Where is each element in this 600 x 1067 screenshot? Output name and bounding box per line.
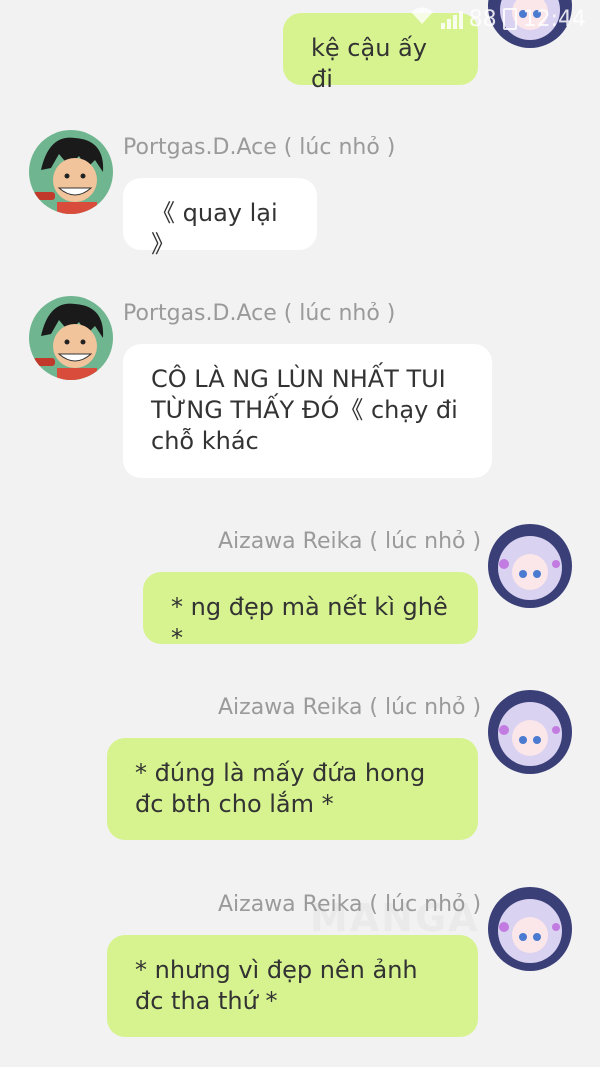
status-time: 12:44	[522, 6, 586, 32]
message-text: CÔ LÀ NG LÙN NHẤT TUI TỪNG THẤY ĐÓ《 chạy…	[151, 365, 458, 455]
sender-name: Portgas.D.Ace ( lúc nhỏ )	[123, 301, 396, 326]
battery-percent: 88	[468, 6, 497, 32]
sender-name: Aizawa Reika ( lúc nhỏ )	[218, 695, 482, 720]
sender-name: Portgas.D.Ace ( lúc nhỏ )	[123, 135, 396, 160]
message-text: * đúng là mấy đứa hong đc bth cho lắm *	[135, 759, 426, 818]
reika-avatar[interactable]	[488, 524, 572, 608]
message-text: * nhưng vì đẹp nên ảnh đc tha thứ *	[135, 956, 418, 1015]
signal-icon	[440, 9, 463, 29]
ace-avatar[interactable]	[29, 296, 113, 380]
message-text: * ng đẹp mà nết kì ghê *	[171, 593, 448, 652]
wifi-icon	[409, 6, 435, 32]
message-text: kệ cậu ấy đi	[311, 34, 427, 93]
reika-avatar[interactable]	[488, 887, 572, 971]
battery-icon	[502, 8, 517, 30]
chat-bubble-incoming[interactable]: 《 quay lại 》	[123, 178, 317, 258]
chat-bubble-outgoing[interactable]: * nhưng vì đẹp nên ảnh đc tha thứ *	[107, 935, 478, 1037]
sender-name: Aizawa Reika ( lúc nhỏ )	[218, 892, 482, 917]
ace-avatar[interactable]	[29, 130, 113, 214]
chat-bubble-outgoing[interactable]: * ng đẹp mà nết kì ghê *	[143, 572, 478, 652]
status-bar: 88 12:44	[409, 6, 586, 32]
chat-bubble-outgoing[interactable]: * đúng là mấy đứa hong đc bth cho lắm *	[107, 738, 478, 840]
chat-bubble-incoming[interactable]: CÔ LÀ NG LÙN NHẤT TUI TỪNG THẤY ĐÓ《 chạy…	[123, 344, 492, 478]
reika-avatar[interactable]	[488, 690, 572, 774]
sender-name: Aizawa Reika ( lúc nhỏ )	[218, 529, 482, 554]
message-text: 《 quay lại 》	[151, 199, 278, 258]
